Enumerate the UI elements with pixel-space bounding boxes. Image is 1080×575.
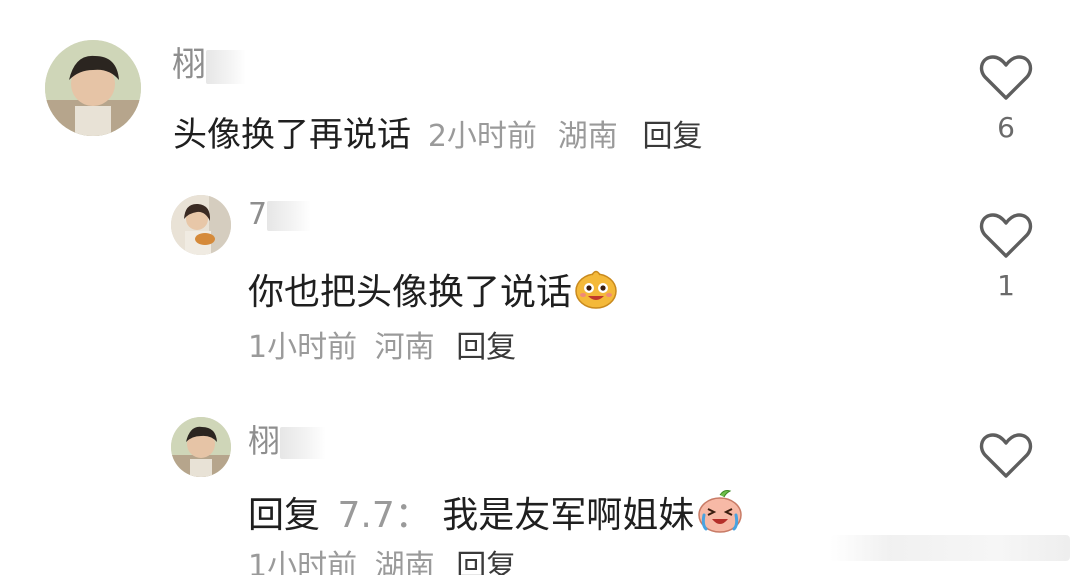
reply-prefix: 回复 <box>248 495 321 536</box>
comment-time: 1小时前 <box>248 549 358 575</box>
comment-username[interactable]: 7 <box>248 200 312 231</box>
separator: ： <box>394 495 431 536</box>
heart-outline-icon <box>979 55 1033 100</box>
comment-username[interactable]: 栩 <box>248 425 327 459</box>
avatar-photo <box>45 40 141 136</box>
like-button[interactable]: 6 <box>976 54 1036 142</box>
like-count: 1 <box>997 269 1015 302</box>
comment-time: 2小时前 <box>427 119 537 154</box>
avatar[interactable] <box>171 195 231 255</box>
comment-meta: 1小时前 湖南 回复 <box>248 552 516 575</box>
comment-text: 你也把头像换了说话 <box>248 272 573 313</box>
comment-location: 河南 <box>374 330 435 365</box>
reply-button[interactable]: 回复 <box>643 119 703 154</box>
comment-location: 湖南 <box>374 549 435 575</box>
comment-thread: 栩 头像换了再说话 2小时前 湖南 回复 6 7 你也把头像换了说话 1小时前 … <box>0 0 1080 575</box>
grinning-face-emoji <box>574 266 618 317</box>
redacted-name-patch <box>280 427 327 459</box>
comment-location: 湖南 <box>557 119 618 154</box>
comment-body: 你也把头像换了说话 <box>248 266 618 317</box>
heart-outline-icon <box>979 433 1033 478</box>
comment-time: 1小时前 <box>248 330 358 365</box>
redacted-name-patch <box>267 200 312 231</box>
like-button[interactable]: 1 <box>976 212 1036 300</box>
comment-body: 回复 7.7： 我是友军啊姐妹 <box>248 489 744 540</box>
heart-outline-icon <box>979 213 1033 258</box>
comment-body: 头像换了再说话 2小时前 湖南 回复 <box>173 118 703 152</box>
watermark <box>830 535 1070 561</box>
like-button[interactable] <box>976 432 1036 480</box>
quoted-username[interactable]: 7.7 <box>337 495 394 536</box>
comment-text: 头像换了再说话 <box>173 115 411 155</box>
avatar-photo <box>171 417 231 477</box>
avatar[interactable] <box>45 40 141 136</box>
like-count: 6 <box>997 111 1015 144</box>
comment-meta: 1小时前 河南 回复 <box>248 333 516 363</box>
reply-button[interactable]: 回复 <box>456 330 516 365</box>
redacted-name-patch <box>206 49 246 84</box>
reply-button[interactable]: 回复 <box>456 549 516 575</box>
comment-text: 我是友军啊姐妹 <box>442 495 695 536</box>
avatar[interactable] <box>171 417 231 477</box>
avatar-photo <box>171 195 231 255</box>
comment-username[interactable]: 栩 <box>172 48 246 84</box>
laughing-crying-peach-emoji <box>696 489 744 540</box>
